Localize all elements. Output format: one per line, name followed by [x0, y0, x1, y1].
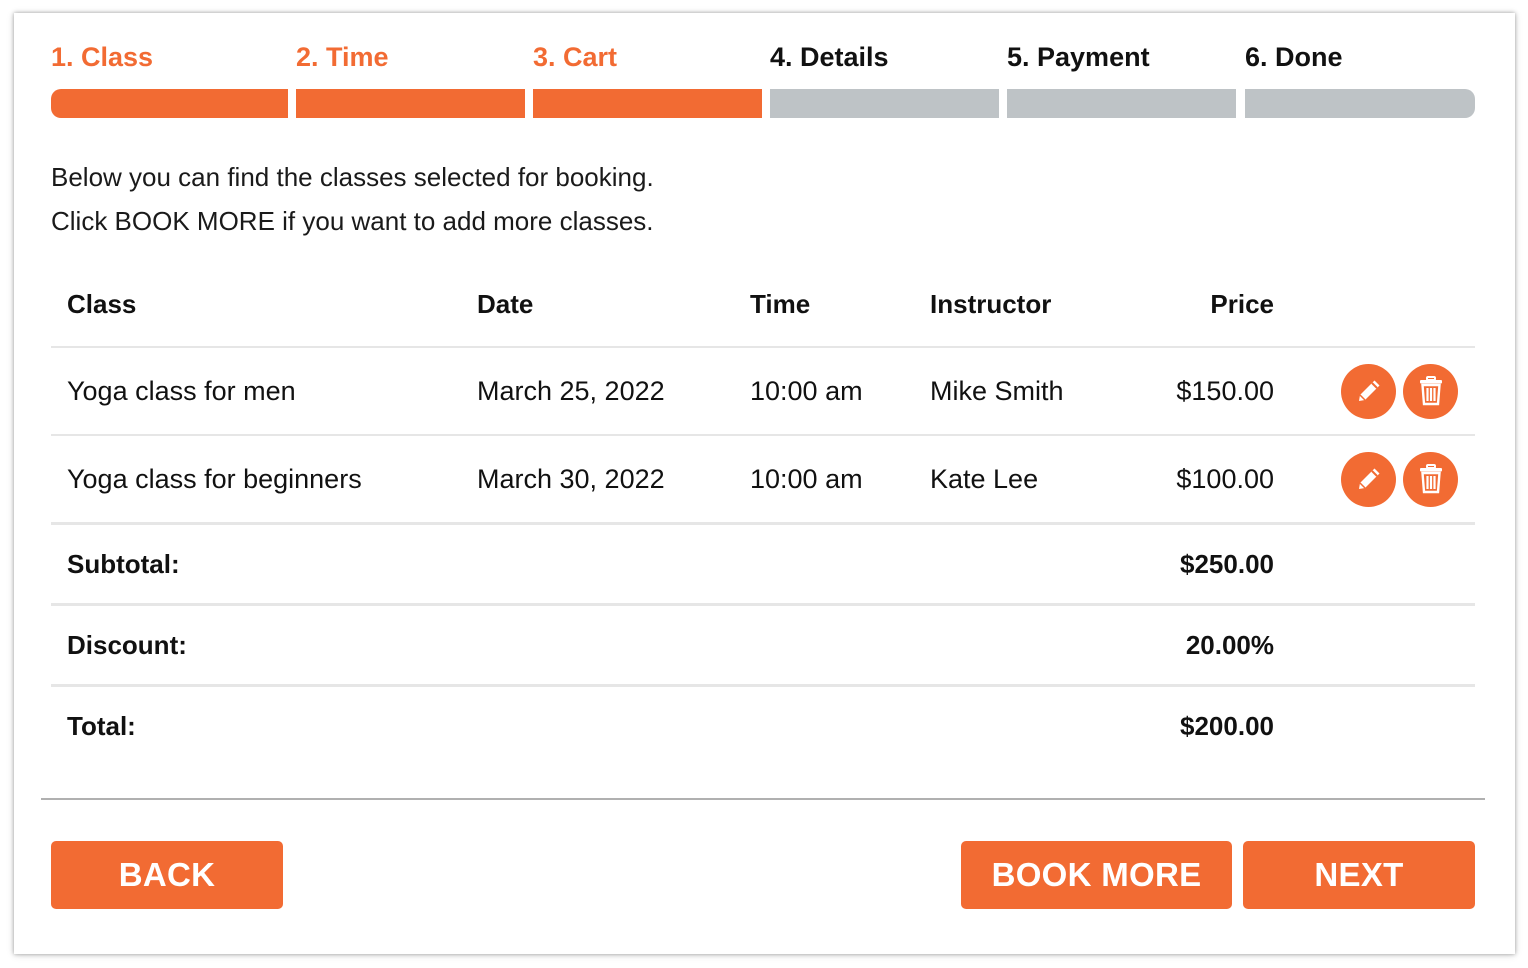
delete-button[interactable]: [1403, 451, 1458, 507]
intro-line-1: Below you can find the classes selected …: [51, 162, 654, 192]
discount-value: 20.00%: [1185, 629, 1274, 660]
cell-instructor: Kate Lee: [930, 463, 1039, 494]
header-date: Date: [477, 289, 534, 319]
step-bar: [51, 89, 288, 118]
header-instructor: Instructor: [930, 289, 1052, 319]
step-bar: [1007, 89, 1236, 118]
step-class[interactable]: 1. Class: [51, 37, 288, 119]
step-time[interactable]: 2. Time: [296, 37, 525, 119]
discount-label: Discount:: [67, 629, 187, 660]
cell-date: March 25, 2022: [477, 375, 665, 406]
table-row: Yoga class for men March 25, 2022 10:00 …: [51, 348, 1475, 436]
intro-text: Below you can find the classes selected …: [51, 155, 654, 243]
trash-icon: [1419, 376, 1442, 406]
total-value: $200.00: [1180, 710, 1274, 741]
discount-row: Discount: 20.00%: [51, 606, 1475, 687]
next-button[interactable]: NEXT: [1243, 841, 1475, 909]
intro-line-2: Click BOOK MORE if you want to add more …: [51, 206, 654, 236]
step-label: 6. Done: [1245, 42, 1343, 72]
cell-time: 10:00 am: [750, 463, 863, 494]
step-label: 3. Cart: [533, 42, 618, 72]
step-progress: 1. Class 2. Time 3. Cart 4. Details 5. P…: [51, 37, 1475, 119]
cell-class: Yoga class for men: [67, 375, 296, 406]
edit-button[interactable]: [1341, 451, 1396, 507]
cell-price: $100.00: [1176, 463, 1274, 494]
subtotal-value: $250.00: [1180, 548, 1274, 579]
header-class: Class: [67, 289, 137, 319]
cell-class: Yoga class for beginners: [67, 463, 362, 494]
cell-time: 10:00 am: [750, 375, 863, 406]
cart-table: Class Date Time Instructor Price Yoga cl…: [51, 263, 1475, 765]
step-bar: [770, 89, 999, 118]
delete-button[interactable]: [1403, 363, 1458, 419]
total-label: Total:: [67, 710, 136, 741]
step-bar: [296, 89, 525, 118]
step-cart[interactable]: 3. Cart: [533, 37, 762, 119]
trash-icon: [1419, 464, 1442, 494]
cell-date: March 30, 2022: [477, 463, 665, 494]
step-label: 4. Details: [770, 42, 889, 72]
step-details: 4. Details: [770, 37, 999, 119]
step-label: 2. Time: [296, 42, 389, 72]
pencil-icon: [1358, 380, 1379, 401]
step-bar: [533, 89, 762, 118]
cell-price: $150.00: [1176, 375, 1274, 406]
pencil-icon: [1358, 468, 1379, 489]
book-more-button[interactable]: BOOK MORE: [961, 841, 1232, 909]
subtotal-label: Subtotal:: [67, 548, 180, 579]
table-header-row: Class Date Time Instructor Price: [51, 263, 1475, 348]
total-row: Total: $200.00: [51, 687, 1475, 765]
step-label: 1. Class: [51, 42, 154, 72]
cell-instructor: Mike Smith: [930, 375, 1064, 406]
header-price: Price: [1210, 289, 1274, 319]
step-bar: [1245, 89, 1475, 118]
back-button[interactable]: BACK: [51, 841, 283, 909]
step-done: 6. Done: [1245, 37, 1475, 119]
subtotal-row: Subtotal: $250.00: [51, 525, 1475, 606]
header-time: Time: [750, 289, 811, 319]
row-actions: [1341, 348, 1458, 434]
step-label: 5. Payment: [1007, 42, 1150, 72]
table-row: Yoga class for beginners March 30, 2022 …: [51, 436, 1475, 525]
step-payment: 5. Payment: [1007, 37, 1236, 119]
edit-button[interactable]: [1341, 363, 1396, 419]
footer-divider: [41, 798, 1485, 800]
booking-cart-panel: 1. Class 2. Time 3. Cart 4. Details 5. P…: [14, 13, 1515, 954]
row-actions: [1341, 436, 1458, 522]
